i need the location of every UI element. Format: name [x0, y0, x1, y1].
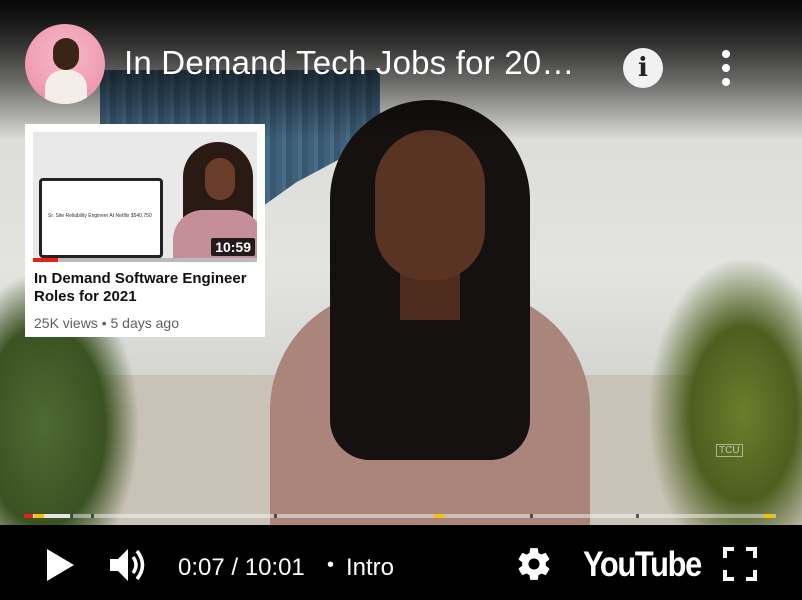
fullscreen-icon[interactable]	[722, 546, 758, 582]
chapter-marker	[764, 514, 774, 518]
chapter-divider	[274, 514, 277, 518]
video-watermark: TCU	[716, 444, 743, 457]
chapter-divider	[636, 514, 639, 518]
presenter	[270, 100, 600, 550]
suggested-video-thumbnail[interactable]: Sr. Site Reliability Engineer At Netflix…	[33, 132, 257, 262]
volume-icon[interactable]	[108, 545, 150, 585]
chapter-separator: •	[327, 554, 335, 576]
progress-played	[24, 514, 34, 518]
video-title[interactable]: In Demand Tech Jobs for 20…	[124, 44, 600, 82]
chapter-marker	[34, 514, 44, 518]
chapter-divider	[530, 514, 533, 518]
chapter-divider	[70, 514, 73, 518]
suggested-video-meta: 25K views • 5 days ago	[34, 315, 179, 331]
thumbnail-laptop: Sr. Site Reliability Engineer At Netflix…	[39, 178, 163, 258]
player-controls: 0:07 / 10:01 • Intro YouTube	[0, 525, 802, 600]
play-icon[interactable]	[44, 547, 76, 583]
info-icon[interactable]: i	[623, 48, 663, 88]
video-duration-badge: 10:59	[211, 238, 255, 256]
plant-right	[650, 260, 802, 540]
more-vert-icon[interactable]	[712, 48, 740, 88]
channel-avatar[interactable]	[25, 24, 105, 104]
watched-progress-fill	[33, 258, 58, 262]
suggested-video-title[interactable]: In Demand Software Engineer Roles for 20…	[34, 270, 258, 306]
time-display: 0:07 / 10:01	[178, 554, 305, 581]
chapter-divider	[91, 514, 94, 518]
player-top-bar: In Demand Tech Jobs for 20… i	[0, 0, 802, 104]
end-card-suggested-video[interactable]: Sr. Site Reliability Engineer At Netflix…	[25, 124, 265, 337]
chapter-marker	[434, 514, 444, 518]
chapter-title[interactable]: Intro	[346, 554, 394, 582]
progress-bar[interactable]	[24, 514, 776, 518]
gear-icon[interactable]	[515, 545, 553, 583]
watched-progress-bar	[33, 258, 257, 262]
youtube-logo[interactable]: YouTube	[583, 545, 702, 585]
